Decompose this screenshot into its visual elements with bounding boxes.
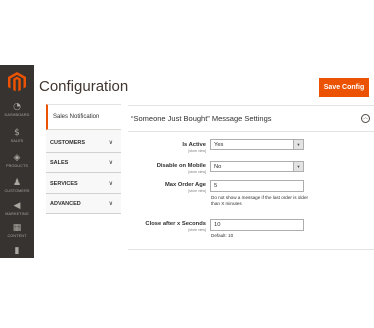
- tab-group-label: SERVICES: [50, 180, 78, 187]
- divider: [128, 105, 374, 106]
- magento-logo-icon: [8, 72, 26, 92]
- max-order-age-note: Do not show a message if the last order …: [211, 195, 309, 206]
- nav-label: CUSTOMERS: [4, 189, 30, 193]
- content-icon: ▦: [12, 223, 22, 233]
- tab-group-label: CUSTOMERS: [50, 139, 86, 146]
- close-after-label: Close after x Seconds: [145, 221, 206, 227]
- nav-label: MARKETING: [5, 212, 29, 216]
- scope-label: [store view]: [188, 170, 206, 174]
- cube-icon: ◈: [13, 153, 21, 163]
- close-after-note: Default: 10: [211, 233, 234, 238]
- divider: [128, 249, 374, 250]
- tab-group-label: SALES: [50, 159, 69, 166]
- tab-sales-notification[interactable]: Sales Notification: [46, 104, 121, 130]
- scope-label: [store view]: [188, 189, 206, 193]
- dashboard-icon: ◔: [13, 102, 21, 112]
- disable-mobile-label: Disable on Mobile: [156, 163, 206, 169]
- scope-label: [store view]: [188, 149, 206, 153]
- person-icon: ♟: [12, 178, 22, 188]
- chevron-down-icon: ∨: [108, 140, 113, 146]
- is-active-label: Is Active: [182, 142, 206, 148]
- close-after-input[interactable]: 10: [210, 219, 304, 231]
- select-value: Yes: [214, 141, 224, 148]
- dollar-icon: $: [14, 128, 20, 138]
- section-title[interactable]: “Someone Just Bought” Message Settings: [131, 114, 272, 123]
- magento-logo[interactable]: [0, 65, 34, 99]
- divider: [128, 131, 374, 132]
- nav-item-sales[interactable]: $ SALES: [0, 128, 34, 156]
- tab-group-customers[interactable]: CUSTOMERS ∨: [46, 133, 121, 153]
- max-order-age-label: Max Order Age: [164, 182, 206, 188]
- nav-label: SALES: [10, 139, 24, 143]
- scope-label: [store view]: [188, 228, 206, 232]
- disable-mobile-select[interactable]: No ▼: [210, 161, 304, 172]
- dropdown-arrow-icon: ▼: [293, 162, 303, 171]
- chevron-down-icon: ∨: [108, 181, 113, 187]
- page-title: Configuration: [39, 78, 129, 95]
- nav-item-products[interactable]: ◈ PRODUCTS: [0, 153, 34, 181]
- is-active-select[interactable]: Yes ▼: [210, 139, 304, 150]
- nav-label: CONTENT: [7, 234, 27, 238]
- collapse-toggle-icon[interactable]: ︿: [361, 114, 370, 123]
- nav-item-dashboard[interactable]: ◔ DASHBOARD: [0, 102, 34, 130]
- nav-label: PRODUCTS: [5, 164, 29, 168]
- tab-group-sales[interactable]: SALES ∨: [46, 153, 121, 173]
- dropdown-arrow-icon: ▼: [293, 140, 303, 149]
- chevron-down-icon: ∨: [108, 201, 113, 207]
- tab-group-advanced[interactable]: ADVANCED ∨: [46, 194, 121, 214]
- reports-icon: ▮: [14, 246, 20, 256]
- max-order-age-input[interactable]: 5: [210, 180, 304, 192]
- admin-sidebar: ◔ DASHBOARD $ SALES ◈ PRODUCTS ♟ CUSTOME…: [0, 65, 34, 258]
- chevron-down-icon: ∨: [108, 160, 113, 166]
- nav-label: DASHBOARD: [4, 113, 30, 117]
- save-config-button[interactable]: Save Config: [319, 78, 369, 97]
- tab-group-label: ADVANCED: [50, 200, 81, 207]
- nav-item-reports[interactable]: ▮: [0, 246, 34, 258]
- select-value: No: [214, 163, 222, 170]
- tab-group-services[interactable]: SERVICES ∨: [46, 174, 121, 194]
- megaphone-icon: ◀: [13, 201, 21, 211]
